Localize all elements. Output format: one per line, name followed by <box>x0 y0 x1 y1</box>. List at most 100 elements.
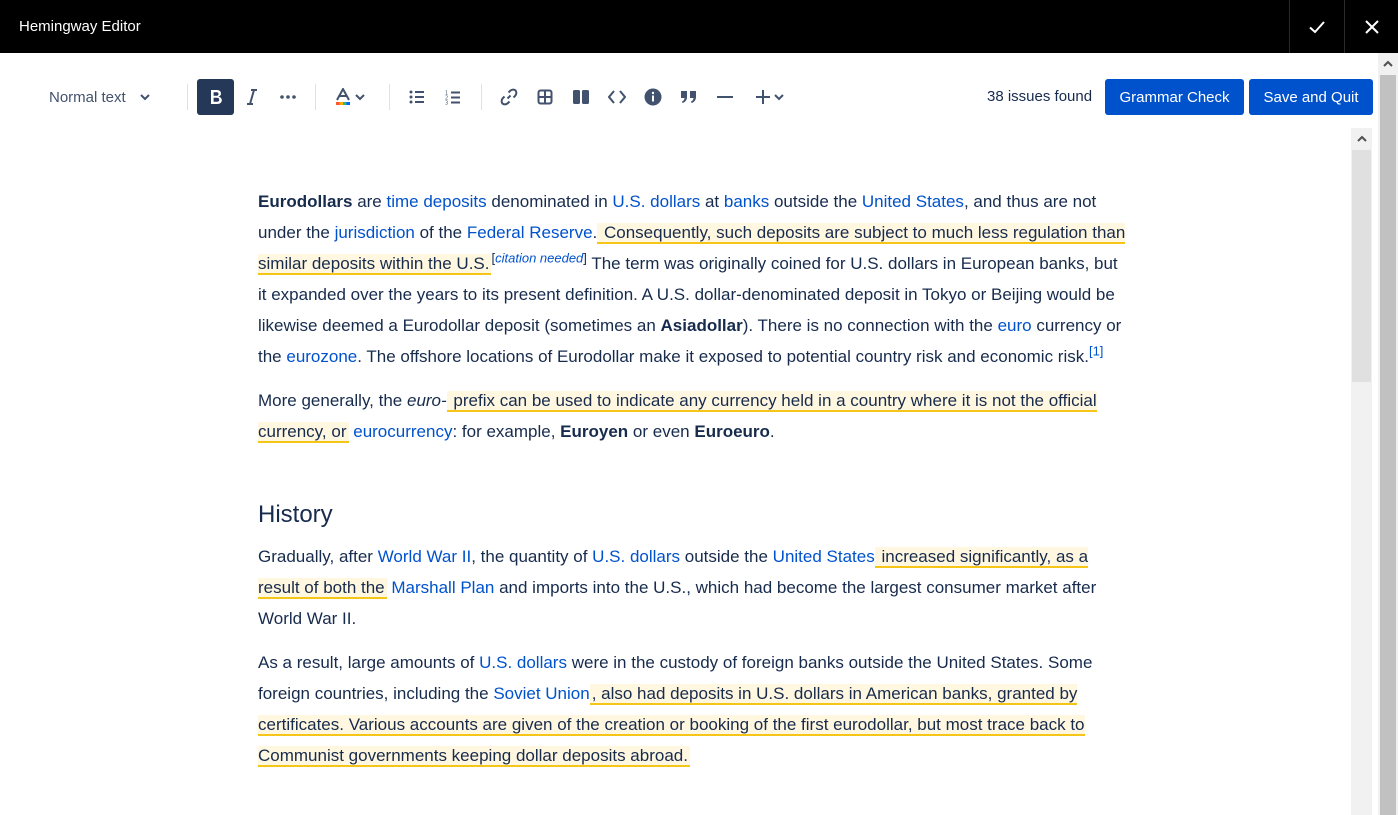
horizontal-rule-icon <box>717 96 733 98</box>
info-icon <box>644 88 662 106</box>
chevron-up-icon <box>1356 135 1367 142</box>
columns-icon <box>573 90 589 104</box>
svg-text:3: 3 <box>445 100 448 105</box>
link-banks[interactable]: banks <box>724 192 769 211</box>
quote-icon <box>681 91 696 103</box>
section-heading: History <box>258 501 333 528</box>
text: . The offshore locations of Eurodollar m… <box>357 347 1089 366</box>
text: of the <box>414 223 467 242</box>
link-marshall-plan[interactable]: Marshall Plan <box>391 578 494 597</box>
quote-button[interactable] <box>675 79 703 115</box>
toolbar-divider <box>481 84 482 110</box>
toolbar-divider <box>315 84 316 110</box>
link-us-dollars[interactable]: U.S. dollars <box>612 192 700 211</box>
link-jurisdiction[interactable]: jurisdiction <box>335 223 415 242</box>
text: denominated in <box>486 192 613 211</box>
paragraph: Eurodollars are time deposits denominate… <box>258 186 1128 372</box>
title-bar: Hemingway Editor <box>0 0 1398 53</box>
text: ). There is no connection with the <box>742 316 998 335</box>
bold-term: Asiadollar <box>660 316 743 335</box>
editor-toolbar: Normal text 123 38 issues found Grammar … <box>0 53 1378 141</box>
scroll-up-arrow[interactable] <box>1351 128 1372 149</box>
scrollbar-thumb[interactable] <box>1380 75 1396 815</box>
window-scrollbar[interactable] <box>1378 53 1398 815</box>
text-style-dropdown[interactable]: Normal text <box>38 79 172 115</box>
bold-term: Euroeuro <box>694 422 770 441</box>
text: at <box>700 192 724 211</box>
plus-icon <box>756 90 770 104</box>
editor-content[interactable]: Eurodollars are time deposits denominate… <box>258 186 1128 784</box>
link-eurocurrency[interactable]: eurocurrency <box>353 422 452 441</box>
scrollbar-thumb[interactable] <box>1352 150 1371 382</box>
divider-button[interactable] <box>711 79 739 115</box>
more-icon <box>280 95 296 99</box>
paragraph: As a result, large amounts of U.S. dolla… <box>258 647 1128 771</box>
link-icon <box>500 88 518 106</box>
code-icon <box>608 90 626 104</box>
more-formatting-button[interactable] <box>274 79 302 115</box>
text: : for example, <box>452 422 561 441</box>
bold-button[interactable] <box>197 79 234 115</box>
bold-icon <box>210 90 222 104</box>
grammar-check-button[interactable]: Grammar Check <box>1105 79 1244 115</box>
editor-scrollbar[interactable] <box>1351 128 1372 815</box>
table-icon <box>537 89 553 105</box>
text: . <box>769 422 775 441</box>
citation-needed: [citation needed] <box>491 250 586 265</box>
italic-term: euro- <box>406 391 447 410</box>
link-united-states[interactable]: United States <box>773 547 875 566</box>
check-icon <box>1309 20 1325 33</box>
link-time-deposits[interactable]: time deposits <box>387 192 487 211</box>
layout-columns-button[interactable] <box>567 79 595 115</box>
chevron-up-icon <box>1383 60 1393 67</box>
text: Gradually, after <box>258 547 378 566</box>
bold-term: Eurodollars <box>258 192 353 211</box>
text: outside the <box>769 192 862 211</box>
toolbar-divider <box>187 84 188 110</box>
issues-count: 38 issues found <box>987 88 1093 105</box>
toolbar-divider <box>389 84 390 110</box>
scroll-up-arrow[interactable] <box>1378 53 1398 73</box>
chevron-down-icon <box>774 94 784 101</box>
numbered-list-icon: 123 <box>445 90 460 105</box>
link-united-states[interactable]: United States <box>862 192 964 211</box>
close-icon <box>1365 19 1379 34</box>
link-soviet-union[interactable]: Soviet Union <box>493 684 589 703</box>
italic-button[interactable] <box>238 79 266 115</box>
link-reference-1[interactable]: [1] <box>1089 343 1103 358</box>
link-eurozone[interactable]: eurozone <box>286 347 357 366</box>
paragraph: More generally, the euro- prefix can be … <box>258 385 1128 447</box>
link-federal-reserve[interactable]: Federal Reserve <box>467 223 593 242</box>
chevron-down-icon <box>139 94 150 101</box>
info-panel-button[interactable] <box>639 79 667 115</box>
link-us-dollars[interactable]: U.S. dollars <box>479 653 567 672</box>
link-euro[interactable]: euro <box>998 316 1032 335</box>
text: , the quantity of <box>471 547 593 566</box>
italic-icon <box>247 89 257 105</box>
bold-term: Euroyen <box>560 422 629 441</box>
text: As a result, large amounts of <box>258 653 480 672</box>
text-color-button[interactable] <box>330 79 370 115</box>
text: are <box>352 192 387 211</box>
link-us-dollars[interactable]: U.S. dollars <box>592 547 680 566</box>
table-button[interactable] <box>531 79 559 115</box>
insert-button[interactable] <box>750 79 790 115</box>
bullet-list-button[interactable] <box>403 79 431 115</box>
confirm-button[interactable] <box>1289 0 1344 53</box>
numbered-list-button[interactable]: 123 <box>439 79 467 115</box>
text: More generally, the <box>258 391 407 410</box>
link-button[interactable] <box>495 79 523 115</box>
reference: [1] <box>1089 343 1103 358</box>
code-button[interactable] <box>603 79 631 115</box>
link-world-war-ii[interactable]: World War II <box>378 547 472 566</box>
text-color-icon <box>336 88 350 105</box>
paragraph: Gradually, after World War II, the quant… <box>258 541 1128 634</box>
bullet-list-icon <box>409 90 424 104</box>
save-and-quit-button[interactable]: Save and Quit <box>1249 79 1373 115</box>
close-button[interactable] <box>1344 0 1398 53</box>
text: or even <box>628 422 695 441</box>
chevron-down-icon <box>355 94 365 101</box>
link-citation-needed[interactable]: citation needed <box>495 250 583 265</box>
text-style-label: Normal text <box>49 88 126 106</box>
window-title: Hemingway Editor <box>19 18 141 35</box>
